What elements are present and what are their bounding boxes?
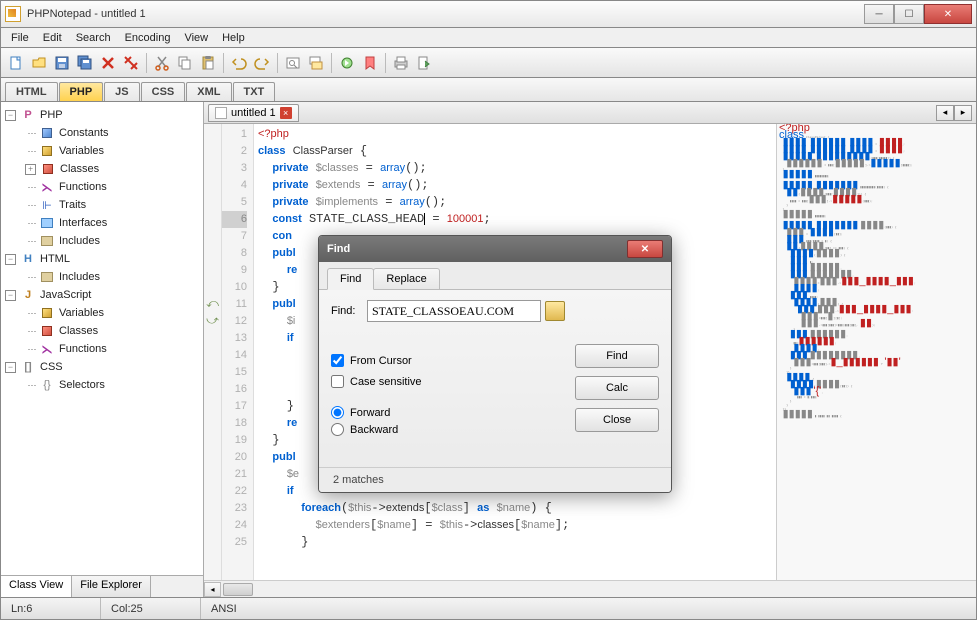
paste-icon[interactable] (545, 301, 565, 321)
status-encoding: ANSI (201, 598, 976, 619)
calc-button[interactable]: Calc (575, 376, 659, 400)
cut-icon[interactable] (151, 52, 173, 74)
tree-selectors[interactable]: Selectors (59, 379, 105, 391)
find-icon[interactable] (282, 52, 304, 74)
tree-html-includes[interactable]: Includes (59, 271, 100, 283)
sidebar-dock-tabs: Class View File Explorer (1, 575, 203, 597)
export-icon[interactable] (413, 52, 435, 74)
window-title: PHPNotepad - untitled 1 (27, 8, 864, 20)
print-icon[interactable] (390, 52, 412, 74)
save-all-icon[interactable] (74, 52, 96, 74)
class-tree[interactable]: −PPHP ⋯Constants ⋯Variables +Classes ⋯⋋F… (1, 102, 203, 575)
copy-icon[interactable] (174, 52, 196, 74)
find-dialog-titlebar[interactable]: Find ✕ (319, 236, 671, 262)
tab-js[interactable]: JS (104, 82, 139, 101)
app-icon (5, 6, 21, 22)
tree-classes[interactable]: Classes (60, 163, 99, 175)
status-col: Col:25 (101, 598, 201, 619)
language-tabs: HTML PHP JS CSS XML TXT (0, 78, 977, 102)
tab-css[interactable]: CSS (141, 82, 186, 101)
redo-icon[interactable] (251, 52, 273, 74)
tree-js-classes[interactable]: Classes (59, 325, 98, 337)
replace-icon[interactable] (305, 52, 327, 74)
window-titlebar: PHPNotepad - untitled 1 ─ ☐ ✕ (0, 0, 977, 28)
find-button[interactable]: Find (575, 344, 659, 368)
minimize-button[interactable]: ─ (864, 4, 894, 24)
tab-file-explorer[interactable]: File Explorer (72, 576, 151, 597)
tab-php[interactable]: PHP (59, 82, 104, 101)
status-line: Ln:6 (1, 598, 101, 619)
backward-label: Backward (350, 424, 398, 436)
replace-tab[interactable]: Replace (373, 268, 439, 289)
from-cursor-checkbox[interactable] (331, 354, 344, 367)
menu-view[interactable]: View (178, 30, 214, 46)
minimap[interactable]: <?php class ClassParser { ▮▮▮▮ ▮▮▮▮▮▮ ▮▮… (776, 124, 976, 580)
tree-php[interactable]: PHP (40, 109, 63, 121)
find-dialog: Find ✕ Find Replace Find: From Cursor Ca… (318, 235, 672, 493)
close-all-icon[interactable] (120, 52, 142, 74)
file-icon (215, 107, 227, 119)
tree-functions[interactable]: Functions (59, 181, 107, 193)
tab-nav-right[interactable]: ▸ (954, 105, 972, 121)
forward-radio[interactable] (331, 406, 344, 419)
menu-help[interactable]: Help (216, 30, 251, 46)
tree-includes[interactable]: Includes (59, 235, 100, 247)
menu-encoding[interactable]: Encoding (119, 30, 177, 46)
find-status: 2 matches (319, 467, 671, 492)
goto-icon[interactable] (336, 52, 358, 74)
open-file-icon[interactable] (28, 52, 50, 74)
scroll-left-icon[interactable]: ◂ (204, 582, 221, 597)
case-sensitive-label: Case sensitive (350, 376, 422, 388)
maximize-button[interactable]: ☐ (894, 4, 924, 24)
menu-edit[interactable]: Edit (37, 30, 68, 46)
save-icon[interactable] (51, 52, 73, 74)
sidebar: −PPHP ⋯Constants ⋯Variables +Classes ⋯⋋F… (1, 102, 204, 597)
toolbar (0, 48, 977, 78)
editor-tab-untitled[interactable]: untitled 1 × (208, 104, 299, 122)
tab-xml[interactable]: XML (186, 82, 231, 101)
new-file-icon[interactable] (5, 52, 27, 74)
tree-js-vars[interactable]: Variables (59, 307, 104, 319)
from-cursor-label: From Cursor (350, 355, 412, 367)
tab-txt[interactable]: TXT (233, 82, 276, 101)
forward-label: Forward (350, 407, 390, 419)
menubar: File Edit Search Encoding View Help (0, 28, 977, 48)
editor-tab-label: untitled 1 (231, 107, 276, 119)
tree-traits[interactable]: Traits (59, 199, 86, 211)
window-close-button[interactable]: ✕ (924, 4, 972, 24)
tree-js-functions[interactable]: Functions (59, 343, 107, 355)
case-sensitive-checkbox[interactable] (331, 375, 344, 388)
tree-js[interactable]: JavaScript (40, 289, 91, 301)
editor-tabs: untitled 1 × ◂ ▸ (204, 102, 976, 124)
horizontal-scrollbar[interactable]: ◂ (204, 580, 976, 597)
bookmark-icon[interactable] (359, 52, 381, 74)
line-gutter: 1234567891011121314151617181920212223242… (222, 124, 254, 580)
paste-icon[interactable] (197, 52, 219, 74)
tree-interfaces[interactable]: Interfaces (59, 217, 107, 229)
statusbar: Ln:6 Col:25 ANSI (0, 598, 977, 620)
menu-search[interactable]: Search (70, 30, 117, 46)
close-file-icon[interactable] (97, 52, 119, 74)
find-dialog-title: Find (327, 243, 350, 255)
find-input[interactable] (367, 300, 541, 322)
tree-variables[interactable]: Variables (59, 145, 104, 157)
menu-file[interactable]: File (5, 30, 35, 46)
tab-class-view[interactable]: Class View (1, 576, 72, 597)
tree-constants[interactable]: Constants (59, 127, 109, 139)
tree-html[interactable]: HTML (40, 253, 70, 265)
tab-nav-left[interactable]: ◂ (936, 105, 954, 121)
find-dialog-close-icon[interactable]: ✕ (627, 240, 663, 258)
close-button[interactable]: Close (575, 408, 659, 432)
undo-icon[interactable] (228, 52, 250, 74)
history-gutter: ⤺⤻ (204, 124, 222, 580)
find-tab[interactable]: Find (327, 268, 374, 290)
scroll-thumb[interactable] (223, 583, 253, 596)
tab-html[interactable]: HTML (5, 82, 58, 101)
tree-css[interactable]: CSS (40, 361, 63, 373)
backward-radio[interactable] (331, 423, 344, 436)
find-label: Find: (331, 305, 367, 317)
close-tab-icon[interactable]: × (280, 107, 292, 119)
